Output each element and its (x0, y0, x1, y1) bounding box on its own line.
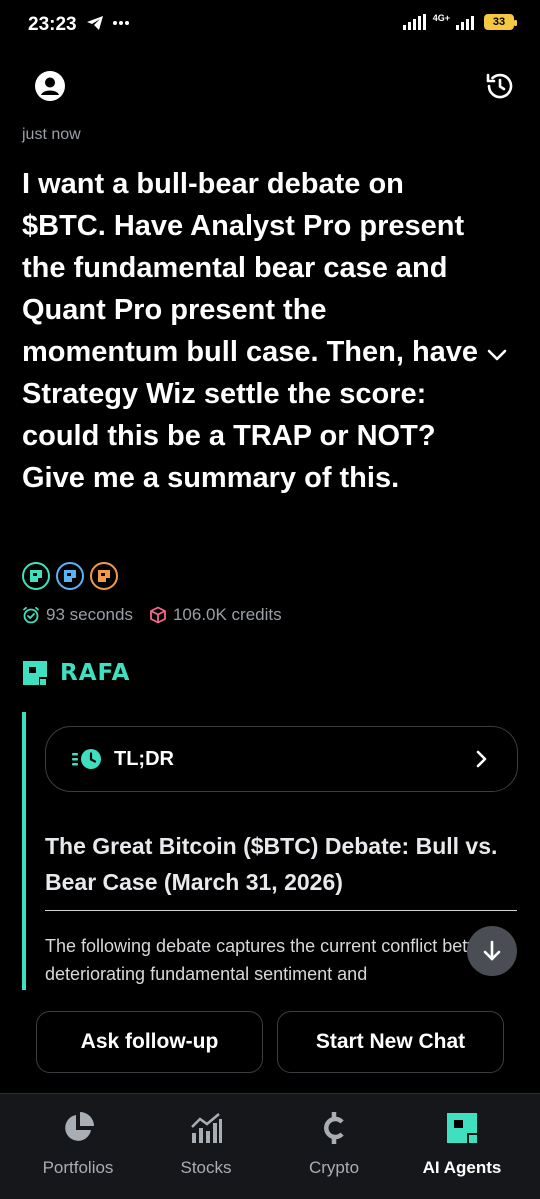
cube-icon (150, 606, 166, 624)
ask-follow-up-button[interactable]: Ask follow-up (36, 1011, 263, 1073)
history-button[interactable] (484, 70, 516, 102)
scroll-down-button[interactable] (467, 926, 517, 976)
strategy-wiz-icon (90, 562, 118, 590)
tldr-button[interactable]: TL;DR (45, 726, 518, 792)
status-time: 23:23 (28, 14, 77, 35)
credits-stat: 106.0K credits (149, 605, 282, 625)
duration-text: 93 seconds (46, 605, 133, 624)
report-title: The Great Bitcoin ($BTC) Debate: Bull vs… (45, 828, 517, 911)
duration-stat: 93 seconds (22, 605, 133, 625)
nav-item-stocks[interactable]: Stocks (146, 1110, 266, 1178)
chevron-down-icon (487, 349, 507, 361)
fast-clock-icon (72, 749, 101, 769)
quant-pro-icon (56, 562, 84, 590)
bar-chart-icon (191, 1113, 222, 1143)
analyst-pro-icon (22, 562, 50, 590)
nav-item-crypto[interactable]: Crypto (274, 1110, 394, 1178)
alarm-check-icon (23, 606, 39, 624)
start-new-chat-button[interactable]: Start New Chat (277, 1011, 504, 1073)
bottom-nav: Portfolios Stocks Crypto AI Agents (0, 1093, 540, 1199)
message-timestamp: just now (22, 126, 81, 143)
status-bar: 23:23 4G+ 33 (0, 0, 540, 50)
agent-icons (22, 562, 118, 590)
network-type: 4G+ (432, 13, 450, 23)
response-accent-bar (22, 712, 26, 990)
history-icon (486, 73, 513, 99)
run-stats: 93 seconds 106.0K credits (22, 605, 298, 625)
signal-2-icon (456, 16, 474, 30)
status-indicators: 4G+ 33 (402, 13, 517, 30)
assistant-header: RAFA (22, 660, 130, 686)
signal-icon (402, 14, 426, 30)
expand-prompt-button[interactable] (484, 342, 510, 368)
user-prompt: I want a bull-bear debate on $BTC. Have … (22, 168, 479, 494)
nav-label-crypto: Crypto (308, 1158, 360, 1177)
nav-label-ai-agents: AI Agents (422, 1158, 502, 1177)
profile-button[interactable] (34, 70, 66, 102)
ai-agents-icon (447, 1113, 477, 1143)
credits-text: 106.0K credits (172, 605, 282, 624)
battery-icon: 33 (484, 14, 517, 30)
cent-icon (324, 1112, 344, 1144)
report-body: The following debate captures the curren… (45, 936, 511, 984)
rafa-logo-icon (23, 661, 47, 685)
nav-label-stocks: Stocks (180, 1158, 232, 1177)
battery-level: 33 (492, 16, 506, 28)
arrow-down-icon (483, 940, 501, 961)
nav-label-portfolios: Portfolios (42, 1158, 114, 1177)
nav-item-portfolios[interactable]: Portfolios (18, 1110, 138, 1178)
nav-item-ai-agents[interactable]: AI Agents (402, 1110, 522, 1178)
telegram-icon (87, 16, 103, 30)
tldr-label: TL;DR (114, 747, 174, 770)
status-notification-icons (86, 15, 130, 31)
chevron-right-icon (476, 750, 487, 768)
pie-chart-icon (65, 1112, 94, 1141)
more-icon (113, 21, 129, 25)
assistant-name: RAFA (60, 660, 131, 686)
user-icon (35, 71, 65, 101)
